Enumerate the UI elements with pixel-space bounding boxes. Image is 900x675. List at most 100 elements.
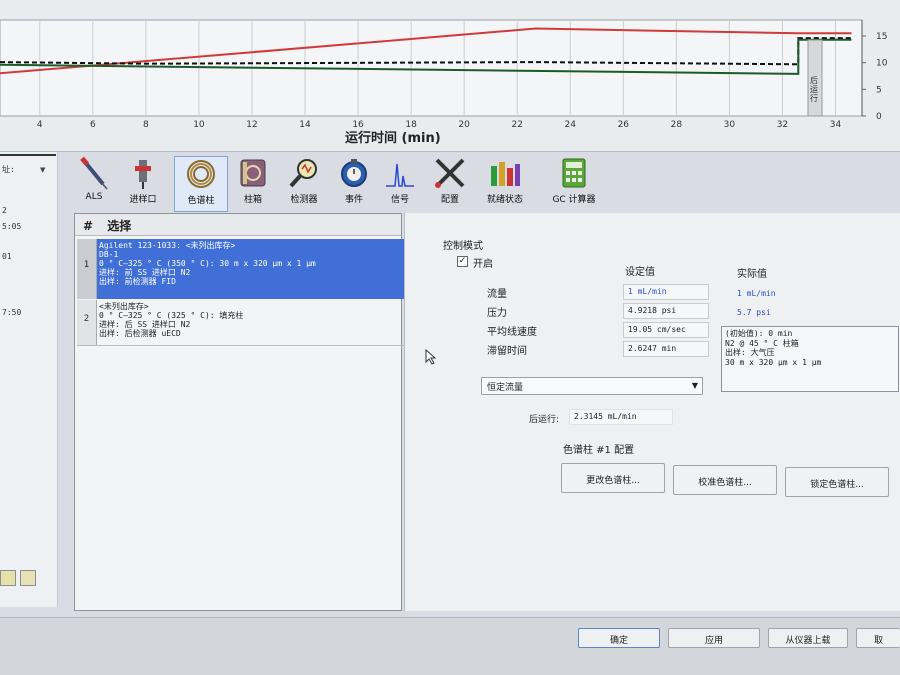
flow-actual: 1 mL/min [737,289,776,298]
tool-als-label: ALS [85,192,103,202]
left-text-2: 2 [2,206,7,215]
chevron-down-icon: ▼ [691,381,698,390]
upload-from-instrument-button[interactable]: 从仪器上载 [768,628,848,648]
tool-inlet-label: 进样口 [129,195,157,205]
item-line: Agilent 123-1033: <未列出库存> [99,241,236,250]
dropdown-arrow-icon[interactable]: ▼ [40,166,45,174]
flow-setpoint-input[interactable]: 1 mL/min [623,284,709,300]
tool-ready-state-label: 就绪状态 [486,195,523,205]
column-list-item-2[interactable]: 2 <未列出库存> 0 ° C—325 ° C (325 ° C): 填充柱 进… [77,300,407,346]
header-hash: # [83,219,94,233]
header-select-label: 选择 [107,219,132,233]
calculator-icon [562,158,586,188]
x-tick-label: 32 [777,120,788,130]
tool-als[interactable]: ALS [74,156,114,212]
info-line: N2 @ 45 ° C 柱箱 [725,338,799,348]
x-tick-label: 26 [618,120,630,130]
x-tick-label: 20 [458,120,470,130]
left-text-4: 01 [2,252,12,261]
edit-icon[interactable] [20,570,36,586]
item-line: 出样: 前检测器 FID [99,277,176,286]
inlet-icon [135,160,151,189]
column-info-box: (初始值): 0 min N2 @ 45 ° C 柱箱 出样: 大气压 30 m… [721,326,899,392]
left-text-1: 址: [2,165,15,174]
enable-checkbox[interactable]: ✓ [457,256,468,267]
x-tick-label: 34 [830,120,842,130]
x-tick-label: 12 [246,120,257,130]
column-config-label: 色谱柱 #1 配置 [563,445,635,456]
x-tick-label: 30 [724,120,736,130]
dialog-button-bar: 确定 应用 从仪器上载 取 [0,617,900,675]
chart-side-label: 后运行 [810,76,818,103]
flow-label: 流量 [487,289,507,300]
setpoint-header: 设定值 [625,267,655,278]
tool-detector-label: 检测器 [290,195,318,205]
item-line: 进样: 前 SS 进样口 N2 [99,268,191,277]
info-line: 出样: 大气压 [725,348,775,357]
chart-svg: 4 6 8 10 12 14 16 18 20 22 24 26 28 30 32 34051015 [0,19,888,130]
tool-detector[interactable]: 检测器 [282,156,326,212]
chart-xlabel: 运行时间 (min) [345,131,441,146]
tools-icon [435,158,465,188]
lock-column-button[interactable]: 锁定色谱柱... [785,467,889,497]
cancel-button[interactable]: 取 [856,628,900,648]
tool-ready-state[interactable]: 就绪状态 [480,156,530,212]
bottles-icon [491,162,520,186]
info-line: (初始值): 0 min [725,329,793,338]
x-tick-label: 8 [143,120,149,130]
x-tick-label: 14 [299,120,311,130]
column-settings-panel: 控制模式 ✓ 开启 设定值 实际值 流量 1 mL/min 1 mL/min 压… [404,213,900,611]
tool-config-label: 配置 [440,195,459,205]
tool-oven[interactable]: 柱箱 [232,156,274,212]
magnifier-icon [289,159,317,188]
tool-oven-label: 柱箱 [243,195,262,205]
x-tick-label: 6 [90,120,96,130]
left-side-panel: 址: ▼ 2 5:05 01 7:50 [0,152,58,607]
y-tick-label: 0 [876,112,882,122]
tool-gc-calculator-label: GC 计算器 [552,195,596,205]
actual-header: 实际值 [737,269,767,280]
item-line: 0 ° C—325 ° C (350 ° C): 30 m x 320 μm x… [99,259,316,268]
column-list-item-1[interactable]: 1 Agilent 123-1033: <未列出库存> DB-1 0 ° C—3… [77,239,407,299]
left-text-3: 5:05 [2,222,22,231]
apply-button[interactable]: 应用 [668,628,760,648]
tool-config[interactable]: 配置 [428,156,472,212]
row-index: 2 [77,300,97,345]
change-column-button[interactable]: 更改色谱柱... [561,463,665,493]
ok-button[interactable]: 确定 [578,628,660,648]
flow-mode-value: 恒定流量 [487,383,524,393]
syringe-icon [80,156,108,190]
velocity-label: 平均线速度 [487,327,537,338]
postrun-label: 后运行: [529,415,560,425]
enable-label: 开启 [473,259,493,270]
oven-icon [240,159,266,187]
column-coil-icon [187,160,215,188]
folder-icon[interactable] [0,570,16,586]
tool-events[interactable]: 事件 [334,156,374,212]
x-tick-label: 24 [565,120,577,130]
postrun-value[interactable]: 2.3145 mL/min [569,409,673,425]
calibrate-column-button[interactable]: 校准色谱柱... [673,465,777,495]
item-line: 出样: 后检测器 uECD [99,329,181,338]
pressure-label: 压力 [487,308,507,319]
stopwatch-icon [341,159,367,187]
item-line: 进样: 后 SS 进样口 N2 [99,320,191,329]
tool-inlet[interactable]: 进样口 [122,156,164,212]
y-tick-label: 10 [876,59,888,69]
pressure-setpoint-input[interactable]: 4.9218 psi [623,303,709,319]
mouse-cursor-icon [425,349,437,365]
tool-gc-calculator[interactable]: GC 计算器 [544,156,604,212]
signal-peak-icon [386,163,414,187]
item-line: <未列出库存> [99,302,149,311]
x-tick-label: 22 [511,120,522,130]
info-line: 30 m x 320 μm x 1 μm [725,357,822,367]
holdup-time-setpoint-input[interactable]: 2.6247 min [623,341,709,357]
plot-area [0,19,863,117]
tool-signals[interactable]: 信号 [382,156,418,212]
holdup-time-label: 滞留时间 [487,346,527,357]
flow-mode-select[interactable]: 恒定流量 ▼ [481,377,703,395]
tool-column[interactable]: 色谱柱 [174,156,228,212]
tool-column-label: 色谱柱 [187,196,215,206]
velocity-setpoint-input[interactable]: 19.05 cm/sec [623,322,709,338]
row-index: 1 [77,239,97,299]
